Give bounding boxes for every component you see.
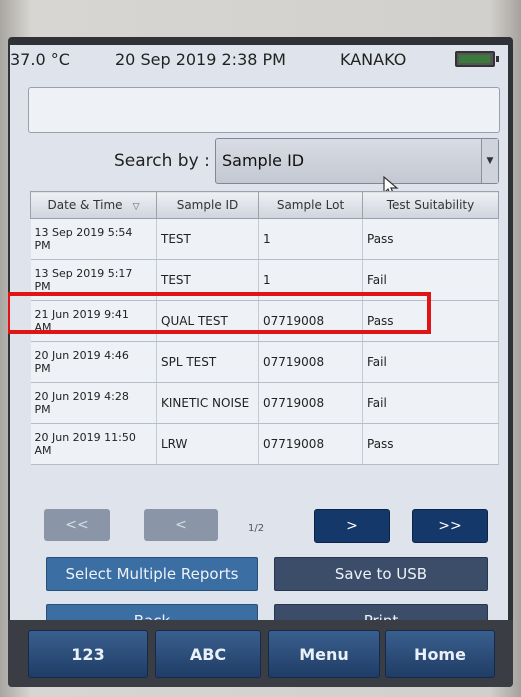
display: 37.0 °C 20 Sep 2019 2:38 PM KANAKO Searc… bbox=[8, 45, 508, 680]
cell-result: Fail bbox=[362, 382, 499, 424]
cell-result: Fail bbox=[362, 341, 499, 383]
cell-sample-id: KINETIC NOISE bbox=[156, 382, 259, 424]
menu-button[interactable]: Menu bbox=[268, 630, 380, 678]
cell-date-time: 20 Jun 2019 11:50 AM bbox=[30, 423, 157, 465]
cell-sample-lot: 07719008 bbox=[258, 423, 363, 465]
header-test-suitability[interactable]: Test Suitability bbox=[362, 191, 499, 219]
cell-sample-id: TEST bbox=[156, 218, 259, 260]
header-sample-lot[interactable]: Sample Lot bbox=[258, 191, 363, 219]
time-suffix: AM bbox=[34, 444, 52, 457]
next-page-button[interactable]: > bbox=[314, 509, 390, 543]
date-line: 20 Jun 2019 4:28 bbox=[34, 390, 129, 403]
selected-row-highlight bbox=[8, 292, 431, 334]
nav-strip: 123 ABC Menu Home bbox=[8, 620, 513, 687]
device-screen: 37.0 °C 20 Sep 2019 2:38 PM KANAKO Searc… bbox=[8, 37, 513, 687]
select-multiple-reports-button[interactable]: Select Multiple Reports bbox=[46, 557, 258, 591]
temperature-readout: 37.0 °C bbox=[10, 50, 70, 69]
table-row[interactable]: 20 Jun 2019 4:28 PM KINETIC NOISE 0771900… bbox=[30, 382, 499, 424]
date-line: 20 Jun 2019 11:50 bbox=[34, 431, 136, 444]
battery-icon bbox=[455, 51, 499, 67]
last-page-button[interactable]: >> bbox=[412, 509, 488, 543]
dropdown-arrow-icon[interactable]: ▼ bbox=[481, 139, 498, 183]
save-to-usb-button[interactable]: Save to USB bbox=[274, 557, 488, 591]
table-row[interactable]: 20 Jun 2019 4:46 PM SPL TEST 07719008 Fai… bbox=[30, 341, 499, 383]
time-suffix: PM bbox=[34, 403, 51, 416]
status-datetime: 20 Sep 2019 2:38 PM bbox=[115, 50, 286, 69]
cell-result: Pass bbox=[362, 423, 499, 465]
search-input[interactable] bbox=[28, 87, 500, 133]
header-sample-id[interactable]: Sample ID bbox=[156, 191, 259, 219]
sort-icon: ▽ bbox=[132, 202, 140, 212]
numeric-keypad-button[interactable]: 123 bbox=[28, 630, 148, 678]
cell-date-time: 20 Jun 2019 4:46 PM bbox=[30, 341, 157, 383]
first-page-button[interactable]: << bbox=[44, 509, 110, 541]
date-line: 13 Sep 2019 5:54 bbox=[34, 226, 133, 239]
date-line: 13 Sep 2019 5:17 bbox=[34, 267, 133, 280]
table-row[interactable]: 13 Sep 2019 5:54 PM TEST 1 Pass bbox=[30, 218, 499, 260]
page-indicator: 1/2 bbox=[248, 523, 265, 534]
alpha-keypad-button[interactable]: ABC bbox=[155, 630, 261, 678]
cell-result: Pass bbox=[362, 218, 499, 260]
header-date-time[interactable]: Date & Time ▽ bbox=[30, 191, 157, 219]
cell-sample-lot: 07719008 bbox=[258, 382, 363, 424]
home-button[interactable]: Home bbox=[385, 630, 495, 678]
cell-sample-id: SPL TEST bbox=[156, 341, 259, 383]
cell-date-time: 13 Sep 2019 5:54 PM bbox=[30, 218, 157, 260]
user-name: KANAKO bbox=[340, 50, 407, 69]
time-suffix: PM bbox=[34, 239, 51, 252]
status-bar: 37.0 °C 20 Sep 2019 2:38 PM KANAKO bbox=[10, 45, 508, 75]
time-suffix: PM bbox=[34, 362, 51, 375]
header-date-time-label: Date & Time bbox=[47, 198, 123, 212]
cell-date-time: 20 Jun 2019 4:28 PM bbox=[30, 382, 157, 424]
table-header-row: Date & Time ▽ Sample ID Sample Lot Test S… bbox=[30, 191, 499, 219]
search-by-select[interactable]: Sample ID ▼ bbox=[215, 138, 499, 184]
date-line: 20 Jun 2019 4:46 bbox=[34, 349, 129, 362]
cell-sample-id: LRW bbox=[156, 423, 259, 465]
cell-sample-lot: 07719008 bbox=[258, 341, 363, 383]
prev-page-button[interactable]: < bbox=[144, 509, 218, 541]
search-by-label: Search by : bbox=[114, 151, 210, 171]
search-by-value: Sample ID bbox=[222, 151, 305, 170]
table-row[interactable]: 20 Jun 2019 11:50 AM LRW 07719008 Pass bbox=[30, 423, 499, 465]
cell-sample-lot: 1 bbox=[258, 218, 363, 260]
